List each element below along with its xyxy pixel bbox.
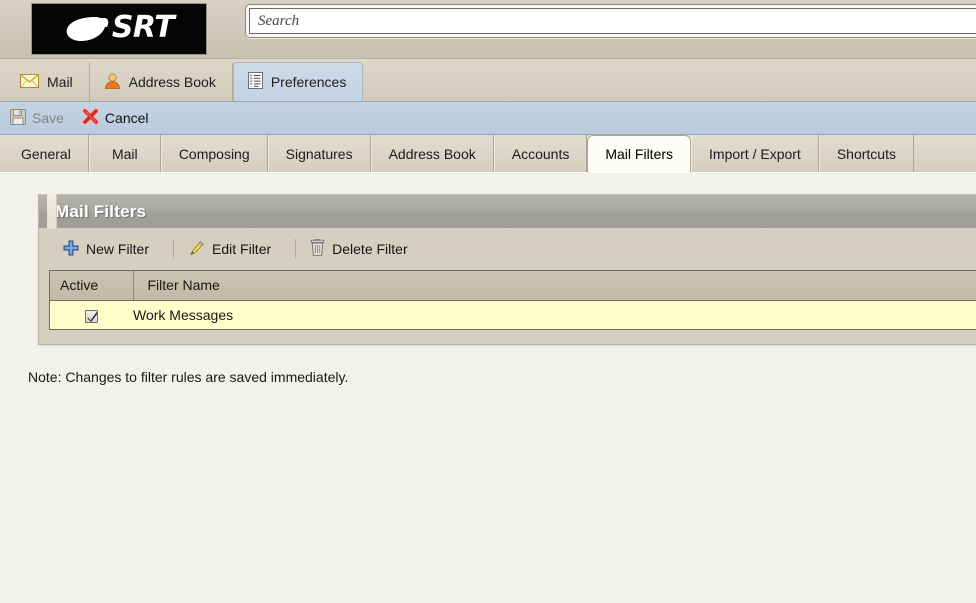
tab-label: General bbox=[21, 145, 71, 162]
save-button[interactable]: Save bbox=[10, 108, 64, 128]
app-tab-label: Mail bbox=[47, 74, 73, 90]
tab-label: Mail Filters bbox=[605, 146, 674, 162]
app-tab-bar: Mail Address Book Preferences bbox=[0, 59, 976, 102]
yellow-pencil-icon bbox=[188, 240, 205, 259]
toolbar-divider bbox=[173, 239, 175, 259]
action-bar: Save Cancel bbox=[0, 102, 976, 135]
column-header-filter-name[interactable]: Filter Name bbox=[133, 271, 976, 301]
envelope-icon bbox=[20, 73, 39, 91]
tab-composing[interactable]: Composing bbox=[160, 135, 268, 172]
delete-filter-label: Delete Filter bbox=[332, 241, 408, 257]
table-row[interactable]: Work Messages bbox=[50, 300, 976, 329]
app-tab-address-book[interactable]: Address Book bbox=[90, 62, 233, 101]
mail-filters-panel: Mail Filters New Filter Edit Filter Dele… bbox=[38, 194, 976, 345]
tab-signatures[interactable]: Signatures bbox=[267, 135, 371, 172]
app-tab-label: Address Book bbox=[128, 74, 216, 90]
blue-plus-icon bbox=[63, 240, 79, 259]
trash-can-icon bbox=[310, 239, 325, 259]
edit-filter-label: Edit Filter bbox=[212, 241, 272, 257]
list-page-icon bbox=[247, 72, 263, 92]
logo-text: SRT bbox=[111, 10, 175, 45]
swoosh-shell-icon bbox=[64, 14, 110, 44]
tab-label: Import / Export bbox=[709, 145, 801, 162]
panel-header: Mail Filters bbox=[39, 194, 976, 228]
tab-mail[interactable]: Mail bbox=[88, 135, 161, 172]
filter-toolbar: New Filter Edit Filter Delete Filter bbox=[39, 228, 976, 270]
table-header-row: Active Filter Name bbox=[50, 271, 976, 301]
edit-filter-button[interactable]: Edit Filter bbox=[184, 237, 285, 262]
cancel-label: Cancel bbox=[104, 110, 149, 126]
app-tab-mail[interactable]: Mail bbox=[6, 62, 90, 101]
save-label: Save bbox=[32, 110, 64, 126]
tab-label: Composing bbox=[178, 145, 250, 162]
toolbar-divider bbox=[295, 239, 297, 259]
floppy-disk-icon bbox=[10, 108, 26, 128]
tab-import-export[interactable]: Import / Export bbox=[691, 135, 819, 172]
tab-label: Accounts bbox=[511, 145, 570, 162]
cell-active[interactable] bbox=[50, 300, 133, 329]
tab-general[interactable]: General bbox=[4, 135, 89, 172]
content-area: Mail Filters New Filter Edit Filter Dele… bbox=[0, 173, 976, 603]
app-tab-preferences[interactable]: Preferences bbox=[232, 62, 364, 101]
person-icon bbox=[104, 72, 121, 92]
tab-label: Shortcuts bbox=[836, 145, 896, 162]
cancel-button[interactable]: Cancel bbox=[81, 108, 149, 128]
new-filter-label: New Filter bbox=[86, 241, 150, 257]
cell-filter-name[interactable]: Work Messages bbox=[133, 300, 976, 329]
tab-label: Mail bbox=[111, 145, 138, 162]
page-title: Mail Filters bbox=[55, 201, 147, 221]
preferences-tab-bar: General Mail Composing Signatures Addres… bbox=[0, 135, 976, 173]
column-header-active[interactable]: Active bbox=[50, 271, 134, 301]
search-input[interactable] bbox=[249, 8, 976, 34]
filters-table: Active Filter Name Work Messages bbox=[50, 271, 976, 329]
top-banner: SRT bbox=[0, 0, 976, 59]
active-checkbox[interactable] bbox=[85, 309, 98, 323]
note-text: Note: Changes to filter rules are saved … bbox=[28, 369, 349, 385]
tab-address-book[interactable]: Address Book bbox=[370, 135, 494, 172]
new-filter-button[interactable]: New Filter bbox=[59, 237, 163, 262]
tab-mail-filters[interactable]: Mail Filters bbox=[587, 135, 692, 173]
srt-logo[interactable]: SRT bbox=[31, 3, 207, 55]
search-box[interactable] bbox=[245, 4, 976, 38]
filters-table-wrapper: Active Filter Name Work Messages bbox=[49, 270, 976, 330]
tab-label: Signatures bbox=[285, 145, 353, 162]
delete-filter-button[interactable]: Delete Filter bbox=[306, 236, 421, 262]
tab-accounts[interactable]: Accounts bbox=[493, 135, 588, 172]
tab-shortcuts[interactable]: Shortcuts bbox=[818, 135, 914, 172]
tab-label: Address Book bbox=[388, 145, 476, 162]
app-tab-label: Preferences bbox=[270, 74, 347, 90]
red-x-icon bbox=[81, 108, 99, 128]
